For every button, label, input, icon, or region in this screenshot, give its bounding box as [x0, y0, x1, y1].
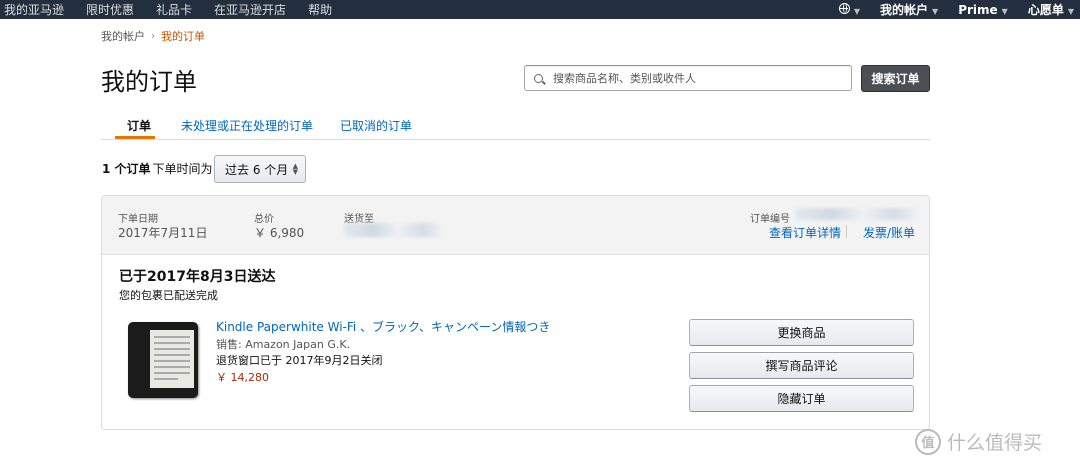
time-period-select[interactable]: 过去 6 个月 ▲ ▼: [214, 155, 306, 183]
order-card: 下单日期 2017年7月11日 总价 ￥ 6,980 送货至 订单编号 查看订单…: [101, 195, 930, 430]
order-summary: 1 个订单 下单时间为: [102, 160, 213, 177]
prime-label: Prime: [958, 2, 998, 17]
active-tab-indicator: [115, 136, 155, 139]
watermark-text: 什么值得买: [947, 432, 1043, 454]
search-icon: [534, 73, 543, 83]
return-window-status: 退货窗口已于 2017年9月2日关闭: [216, 354, 383, 367]
top-nav-links: 我的亚马逊 限时优惠 礼品卡 在亚马逊开店 帮助: [4, 0, 354, 19]
breadcrumb-separator: ›: [151, 30, 155, 42]
time-period-value: 过去 6 个月: [225, 162, 289, 177]
link-divider: [846, 225, 847, 238]
order-search-box: [524, 65, 852, 91]
globe-icon: [838, 2, 850, 14]
order-tabs: 订单 未处理或正在处理的订单 已取消的订单: [101, 112, 930, 140]
product-title-link[interactable]: Kindle Paperwhite Wi-Fi 、ブラック、キャンペーン情報つき: [216, 318, 550, 335]
top-navigation-bar: 我的亚马逊 限时优惠 礼品卡 在亚马逊开店 帮助 ▼ 我的帐户 ▼ Prime ▼ …: [0, 0, 1080, 19]
invoice-link[interactable]: 发票/账单: [863, 224, 915, 241]
delivery-substatus: 您的包裹已配送完成: [119, 289, 218, 302]
chevron-down-icon: ▼: [932, 7, 939, 16]
wishlist-menu[interactable]: 心愿单 ▼: [1028, 1, 1074, 18]
account-label: 我的帐户: [880, 3, 929, 17]
nav-help[interactable]: 帮助: [308, 1, 332, 18]
kindle-device-image: [128, 322, 198, 398]
page-title: 我的订单: [101, 68, 197, 96]
ship-to-recipient-redacted[interactable]: [344, 223, 442, 237]
breadcrumb-current: 我的订单: [161, 30, 205, 43]
product-seller: 销售: Amazon Japan G.K.: [216, 338, 351, 351]
prime-menu[interactable]: Prime ▼: [958, 3, 1008, 17]
product-image[interactable]: [128, 322, 198, 398]
write-review-button[interactable]: 撰写商品评论: [689, 352, 914, 379]
order-header: 下单日期 2017年7月11日 总价 ￥ 6,980 送货至 订单编号 查看订单…: [102, 196, 929, 255]
tab-open-orders[interactable]: 未处理或正在处理的订单: [181, 117, 313, 134]
nav-my-amazon[interactable]: 我的亚马逊: [4, 1, 64, 18]
order-total-label: 总价: [254, 214, 274, 225]
order-count: 1 个订单: [102, 162, 151, 176]
order-number-label: 订单编号: [750, 214, 790, 225]
chevron-down-icon: ▼: [1001, 6, 1008, 16]
view-order-details-link[interactable]: 查看订单详情: [769, 224, 841, 241]
order-search-input[interactable]: [551, 70, 845, 86]
top-nav-account-area: ▼ 我的帐户 ▼ Prime ▼ 心愿单 ▼: [819, 0, 1074, 19]
select-arrows-icon: ▲ ▼: [292, 162, 298, 176]
chevron-down-icon: ▼: [1067, 7, 1074, 16]
smzdm-logo-icon: 值: [915, 428, 941, 455]
account-menu[interactable]: 我的帐户 ▼: [880, 1, 938, 18]
language-selector[interactable]: ▼: [838, 2, 861, 17]
tab-orders[interactable]: 订单: [127, 117, 151, 134]
smzdm-watermark: 值 什么值得买: [915, 428, 1042, 455]
delivery-status: 已于2017年8月3日送达: [119, 269, 276, 285]
replace-item-button[interactable]: 更换商品: [689, 319, 914, 346]
search-orders-button[interactable]: 搜索订单: [861, 65, 930, 92]
order-period-label: 下单时间为: [152, 162, 213, 176]
wishlist-label: 心愿单: [1027, 3, 1064, 17]
order-date-value: 2017年7月11日: [118, 226, 208, 240]
product-price: ￥ 14,280: [216, 371, 269, 384]
kindle-screen: [150, 330, 194, 388]
nav-sell[interactable]: 在亚马逊开店: [214, 1, 286, 18]
nav-deals[interactable]: 限时优惠: [86, 1, 134, 18]
tab-cancelled-orders[interactable]: 已取消的订单: [340, 117, 412, 134]
order-number-redacted: [796, 208, 918, 220]
order-date-label: 下单日期: [118, 214, 158, 225]
breadcrumb-my-account[interactable]: 我的帐户: [101, 28, 145, 44]
order-total-value: ￥ 6,980: [254, 226, 305, 240]
chevron-down-icon: ▼: [853, 6, 861, 16]
breadcrumb: 我的帐户 › 我的订单: [101, 28, 205, 44]
nav-gift-cards[interactable]: 礼品卡: [156, 1, 192, 18]
hide-order-button[interactable]: 隐藏订单: [689, 385, 914, 412]
